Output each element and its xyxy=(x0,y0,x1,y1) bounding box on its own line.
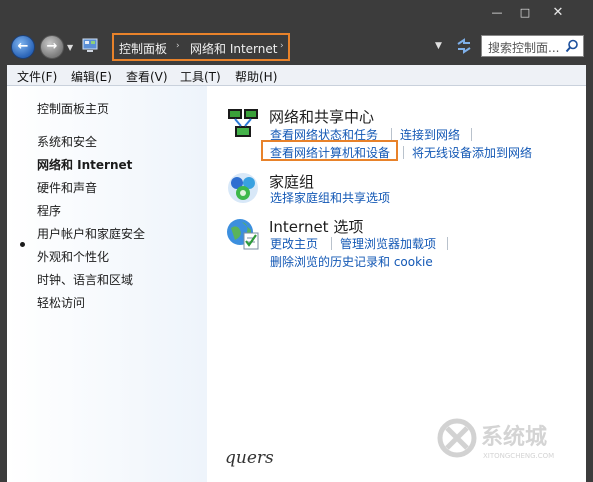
sidebar-item-system-security[interactable]: 系统和安全 xyxy=(37,133,97,150)
sidebar-item-network-internet[interactable]: 网络和 Internet xyxy=(37,156,132,173)
category-title[interactable]: 网络和共享中心 xyxy=(269,106,374,127)
network-sharing-icon xyxy=(228,109,258,137)
breadcrumb-separator-icon[interactable]: › xyxy=(280,41,284,51)
watermark-subtext: XITONGCHENG.COM xyxy=(483,452,554,460)
maximize-button[interactable]: □ xyxy=(514,6,536,20)
menu-help[interactable]: 帮助(H) xyxy=(235,68,277,85)
sidebar-item-ease-of-access[interactable]: 轻松访问 xyxy=(37,294,85,311)
navigation-pane: 控制面板主页 系统和安全 网络和 Internet 硬件和声音 程序 用户帐户和… xyxy=(7,86,207,482)
sidebar-item-control-panel-home[interactable]: 控制面板主页 xyxy=(37,100,109,117)
control-panel-icon xyxy=(82,38,98,52)
sidebar-item-programs[interactable]: 程序 xyxy=(37,202,61,219)
menu-file[interactable]: 文件(F) xyxy=(17,68,57,85)
link-manage-addons[interactable]: 管理浏览器加载项 xyxy=(340,235,436,252)
forward-button[interactable]: → xyxy=(40,35,64,59)
sidebar-item-appearance[interactable]: 外观和个性化 xyxy=(37,248,109,265)
link-divider xyxy=(331,237,332,250)
link-add-wireless-device[interactable]: 将无线设备添加到网络 xyxy=(412,144,532,161)
link-view-network-computers[interactable]: 查看网络计算机和设备 xyxy=(270,144,390,161)
link-delete-history[interactable]: 删除浏览的历史记录和 cookie xyxy=(270,253,433,270)
close-button[interactable]: ✕ xyxy=(547,6,569,20)
sidebar-item-hardware-sound[interactable]: 硬件和声音 xyxy=(37,179,97,196)
content-pane: 网络和共享中心 查看网络状态和任务 连接到网络 查看网络计算机和设备 将无线设备… xyxy=(207,86,586,482)
breadcrumb-separator-icon[interactable]: › xyxy=(176,41,180,51)
link-homegroup-options[interactable]: 选择家庭组和共享选项 xyxy=(270,189,390,206)
link-divider xyxy=(471,128,472,141)
sidebar-item-clock-language-region[interactable]: 时钟、语言和区域 xyxy=(37,271,133,288)
address-bar[interactable]: 控制面板 › 网络和 Internet › xyxy=(112,33,290,61)
refresh-icon[interactable] xyxy=(455,37,473,55)
recent-pages-dropdown-icon[interactable]: ▼ xyxy=(67,43,73,52)
breadcrumb-control-panel[interactable]: 控制面板 xyxy=(119,40,167,57)
internet-options-icon xyxy=(227,219,259,250)
menu-bar: 文件(F) 编辑(E) 查看(V) 工具(T) 帮助(H) xyxy=(7,65,586,86)
minimize-button[interactable]: — xyxy=(486,6,508,20)
address-dropdown-icon[interactable]: ▼ xyxy=(435,41,442,51)
sidebar-item-user-accounts[interactable]: 用户帐户和家庭安全 xyxy=(37,225,145,242)
window-border xyxy=(586,65,593,482)
link-divider xyxy=(447,237,448,250)
search-placeholder: 搜索控制面... xyxy=(488,41,560,55)
menu-view[interactable]: 查看(V) xyxy=(126,68,168,85)
category-title[interactable]: Internet 选项 xyxy=(269,216,363,237)
breadcrumb-network-internet[interactable]: 网络和 Internet xyxy=(190,40,277,57)
search-input[interactable]: 搜索控制面... xyxy=(481,35,584,57)
menu-tools[interactable]: 工具(T) xyxy=(180,68,221,85)
address-row: ← → ▼ 控制面板 › 网络和 Internet › ▼ 搜索控制面... xyxy=(0,30,593,64)
current-item-bullet-icon xyxy=(20,242,25,247)
back-arrow-icon: ← xyxy=(17,39,29,54)
title-bar: — □ ✕ xyxy=(0,0,593,30)
link-connect-network[interactable]: 连接到网络 xyxy=(400,126,460,143)
search-icon[interactable] xyxy=(565,39,579,53)
homegroup-icon xyxy=(228,173,258,203)
forward-arrow-icon: → xyxy=(46,39,58,54)
link-divider xyxy=(403,146,404,159)
menu-edit[interactable]: 编辑(E) xyxy=(71,68,112,85)
watermark-text: 系统城 xyxy=(481,424,547,450)
link-change-homepage[interactable]: 更改主页 xyxy=(270,235,318,252)
watermark-logo: 系统城 XITONGCHENG.COM xyxy=(437,418,554,460)
signature-text: quers xyxy=(225,448,274,468)
back-button[interactable]: ← xyxy=(11,35,35,59)
